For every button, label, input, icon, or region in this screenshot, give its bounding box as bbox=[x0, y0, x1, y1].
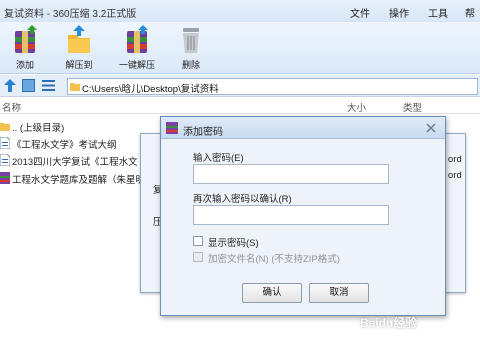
add-button[interactable]: 添加 bbox=[4, 25, 46, 73]
add-password-dialog: 添加密码 输入密码(E) 再次输入密码以确认(R) 显示密码(S) 加密文件名(… bbox=[160, 116, 446, 316]
watermark-text: Baidu经验 bbox=[360, 316, 418, 330]
menu-operate[interactable]: 操作 bbox=[389, 5, 409, 20]
address-bar: C:\Users\晗儿\Desktop\复试资料 bbox=[0, 75, 480, 97]
one-click-extract-label: 一键解压 bbox=[118, 60, 155, 70]
one-click-extract-icon bbox=[127, 25, 148, 53]
delete-label: 删除 bbox=[181, 60, 200, 70]
file-name: .. (上级目录) bbox=[12, 123, 65, 134]
encrypt-filenames-label: 加密文件名(N) (不支持ZIP格式) bbox=[208, 254, 340, 265]
password-input[interactable] bbox=[193, 164, 389, 184]
extract-to-icon bbox=[68, 25, 90, 53]
app-title: 复试资料 - 360压缩 3.2正式版 bbox=[4, 9, 137, 20]
dialog-title: 添加密码 bbox=[183, 127, 223, 138]
close-icon[interactable] bbox=[425, 122, 437, 134]
doc-icon bbox=[0, 137, 10, 149]
toolbar: 添加 解压到 一键解压 删除 bbox=[0, 22, 480, 74]
list-icon[interactable] bbox=[42, 79, 55, 92]
file-name: 工程水文学题库及题解（朱星明 bbox=[12, 175, 146, 186]
column-type[interactable]: 类型 bbox=[403, 100, 422, 114]
menu-tools[interactable]: 工具 bbox=[428, 5, 448, 20]
add-label: 添加 bbox=[15, 60, 34, 70]
show-password-label: 显示密码(S) bbox=[208, 238, 259, 249]
address-input[interactable]: C:\Users\晗儿\Desktop\复试资料 bbox=[67, 78, 478, 95]
one-click-extract-button[interactable]: 一键解压 bbox=[116, 25, 158, 73]
extract-to-button[interactable]: 解压到 bbox=[58, 25, 100, 73]
folder-icon bbox=[0, 123, 10, 131]
confirm-password-label: 再次输入密码以确认(R) bbox=[193, 194, 292, 205]
delete-button[interactable]: 删除 bbox=[170, 25, 212, 73]
file-name: 《工程水文学》考试大纲 bbox=[12, 140, 117, 151]
doc-icon bbox=[0, 154, 10, 166]
confirm-password-input[interactable] bbox=[193, 205, 389, 225]
add-archive-icon bbox=[15, 25, 37, 53]
background-dialog-text: ord bbox=[448, 170, 462, 181]
encrypt-filenames-checkbox[interactable] bbox=[193, 252, 203, 262]
show-password-checkbox[interactable] bbox=[193, 236, 203, 246]
folder-icon bbox=[70, 83, 80, 91]
file-name: 2013四川大学复试《工程水文 bbox=[12, 157, 138, 168]
extract-to-label: 解压到 bbox=[65, 60, 93, 70]
address-path: C:\Users\晗儿\Desktop\复试资料 bbox=[82, 84, 219, 95]
up-arrow-icon[interactable] bbox=[4, 79, 16, 92]
background-dialog-text: ord bbox=[448, 154, 462, 165]
password-label: 输入密码(E) bbox=[193, 153, 244, 164]
menu-file[interactable]: 文件 bbox=[350, 5, 370, 20]
dialog-app-icon bbox=[166, 122, 178, 134]
delete-trash-icon bbox=[183, 28, 199, 53]
view-icon[interactable] bbox=[22, 79, 35, 92]
ok-button[interactable]: 确认 bbox=[242, 283, 302, 303]
dialog-title-bar[interactable]: 添加密码 bbox=[161, 117, 445, 139]
column-header: 名称 大小 类型 bbox=[0, 98, 480, 114]
rar-icon bbox=[0, 172, 10, 184]
title-bar: 复试资料 - 360压缩 3.2正式版 文件 操作 工具 帮助 bbox=[0, 0, 480, 35]
cancel-button[interactable]: 取消 bbox=[309, 283, 369, 303]
column-size[interactable]: 大小 bbox=[347, 100, 366, 114]
column-name[interactable]: 名称 bbox=[2, 100, 21, 114]
